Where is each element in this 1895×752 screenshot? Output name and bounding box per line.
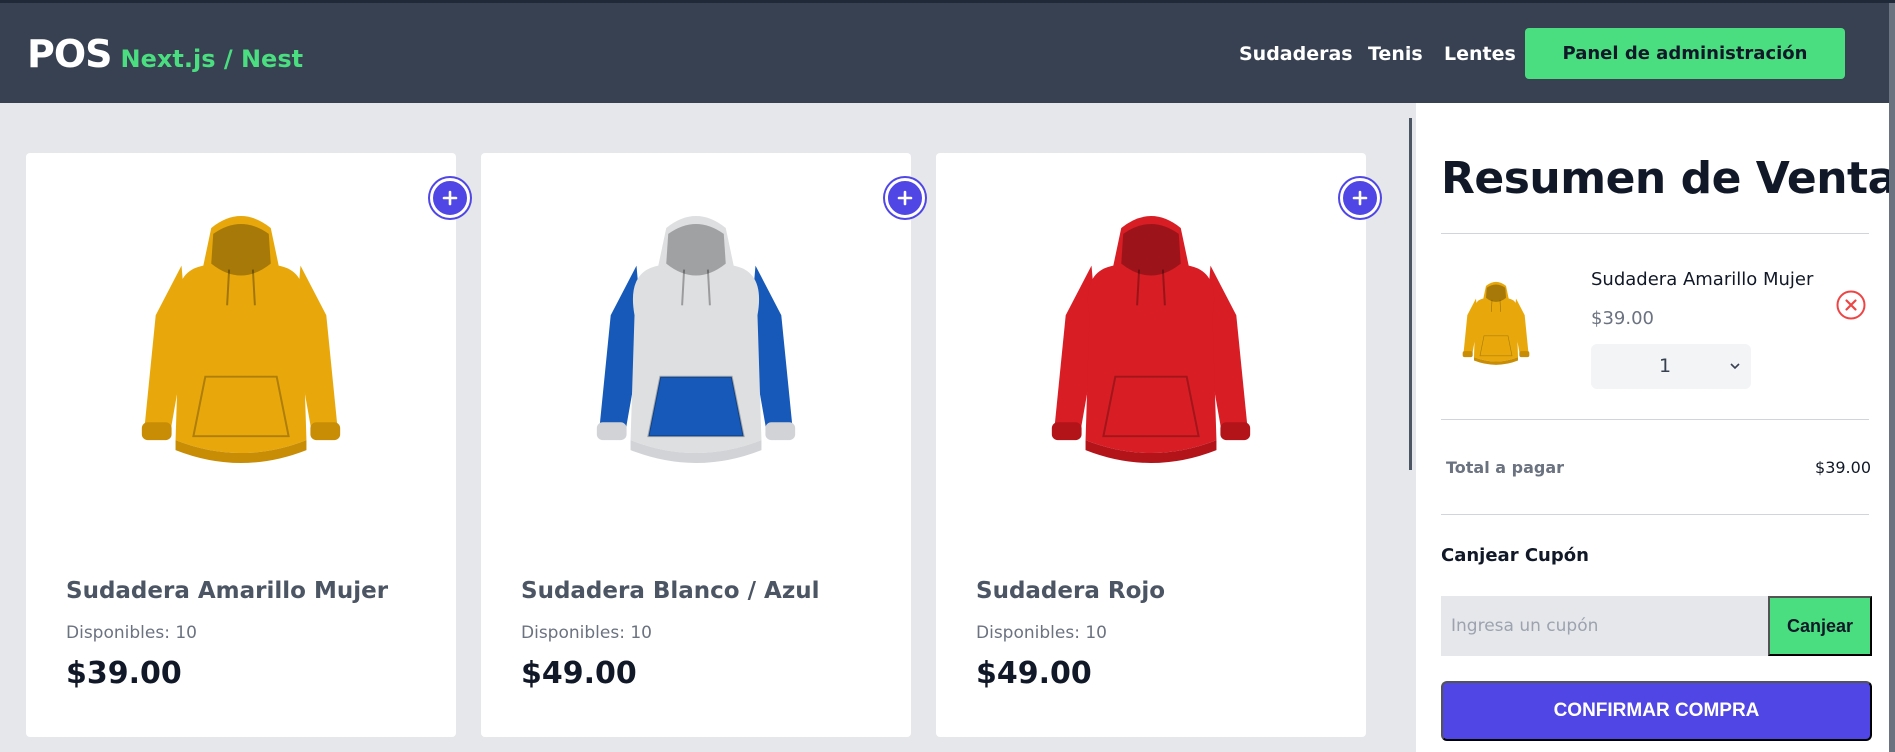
product-card: Sudadera Blanco / Azul Disponibles: 10 $… bbox=[481, 153, 911, 737]
add-to-cart-button[interactable] bbox=[885, 178, 925, 218]
product-price: $49.00 bbox=[521, 656, 637, 691]
quantity-value: 1 bbox=[1659, 355, 1672, 377]
product-stock: Disponibles: 10 bbox=[976, 623, 1107, 643]
product-name: Sudadera Amarillo Mujer bbox=[66, 578, 389, 604]
confirm-purchase-button[interactable]: CONFIRMAR COMPRA bbox=[1441, 681, 1872, 741]
divider bbox=[1441, 233, 1869, 234]
coupon-input[interactable] bbox=[1441, 596, 1768, 656]
nav-link-lentes[interactable]: Lentes bbox=[1444, 43, 1516, 65]
product-stock: Disponibles: 10 bbox=[521, 623, 652, 643]
x-circle-icon[interactable] bbox=[1835, 289, 1867, 321]
product-name: Sudadera Rojo bbox=[976, 578, 1166, 604]
brand-name: POS bbox=[27, 32, 113, 76]
nav-link-tenis[interactable]: Tenis bbox=[1368, 43, 1423, 65]
plus-circle-icon bbox=[897, 190, 913, 206]
product-name: Sudadera Blanco / Azul bbox=[521, 578, 820, 604]
cart-item-image bbox=[1462, 281, 1530, 365]
add-to-cart-button[interactable] bbox=[1340, 178, 1380, 218]
brand-tagline: Next.js / Nest bbox=[120, 45, 304, 73]
product-card: Sudadera Rojo Disponibles: 10 $49.00 bbox=[936, 153, 1366, 737]
add-to-cart-button[interactable] bbox=[430, 178, 470, 218]
product-price: $39.00 bbox=[66, 656, 182, 691]
products-scrollbar[interactable] bbox=[1409, 118, 1412, 470]
nav-link-sudaderas[interactable]: Sudaderas bbox=[1239, 43, 1353, 65]
plus-circle-icon bbox=[1352, 190, 1368, 206]
chevron-down-icon bbox=[1730, 363, 1740, 370]
total-value: $39.00 bbox=[1815, 458, 1871, 477]
top-navbar: POS Next.js / Nest Sudaderas Tenis Lente… bbox=[0, 3, 1895, 103]
product-stock: Disponibles: 10 bbox=[66, 623, 197, 643]
product-price: $49.00 bbox=[976, 656, 1092, 691]
divider bbox=[1441, 419, 1869, 420]
window-scrollbar[interactable] bbox=[1889, 3, 1895, 752]
admin-panel-button[interactable]: Panel de administración bbox=[1525, 28, 1845, 79]
redeem-coupon-button[interactable]: Canjear bbox=[1768, 596, 1872, 656]
product-card: Sudadera Amarillo Mujer Disponibles: 10 … bbox=[26, 153, 456, 737]
product-image bbox=[1051, 216, 1251, 463]
coupon-title: Canjear Cupón bbox=[1441, 545, 1589, 566]
sales-summary-panel: Resumen de Venta Sudadera Amarillo Mujer… bbox=[1416, 103, 1895, 752]
product-image bbox=[141, 216, 341, 463]
plus-circle-icon bbox=[442, 190, 458, 206]
product-image bbox=[596, 216, 796, 463]
cart-item-name: Sudadera Amarillo Mujer bbox=[1591, 269, 1814, 290]
brand-logo[interactable]: POS Next.js / Nest bbox=[27, 32, 303, 76]
cart-item-price: $39.00 bbox=[1591, 308, 1654, 329]
quantity-select[interactable]: 1 bbox=[1591, 344, 1751, 389]
divider bbox=[1441, 514, 1869, 515]
summary-title: Resumen de Venta bbox=[1441, 153, 1895, 204]
total-label: Total a pagar bbox=[1446, 458, 1565, 477]
